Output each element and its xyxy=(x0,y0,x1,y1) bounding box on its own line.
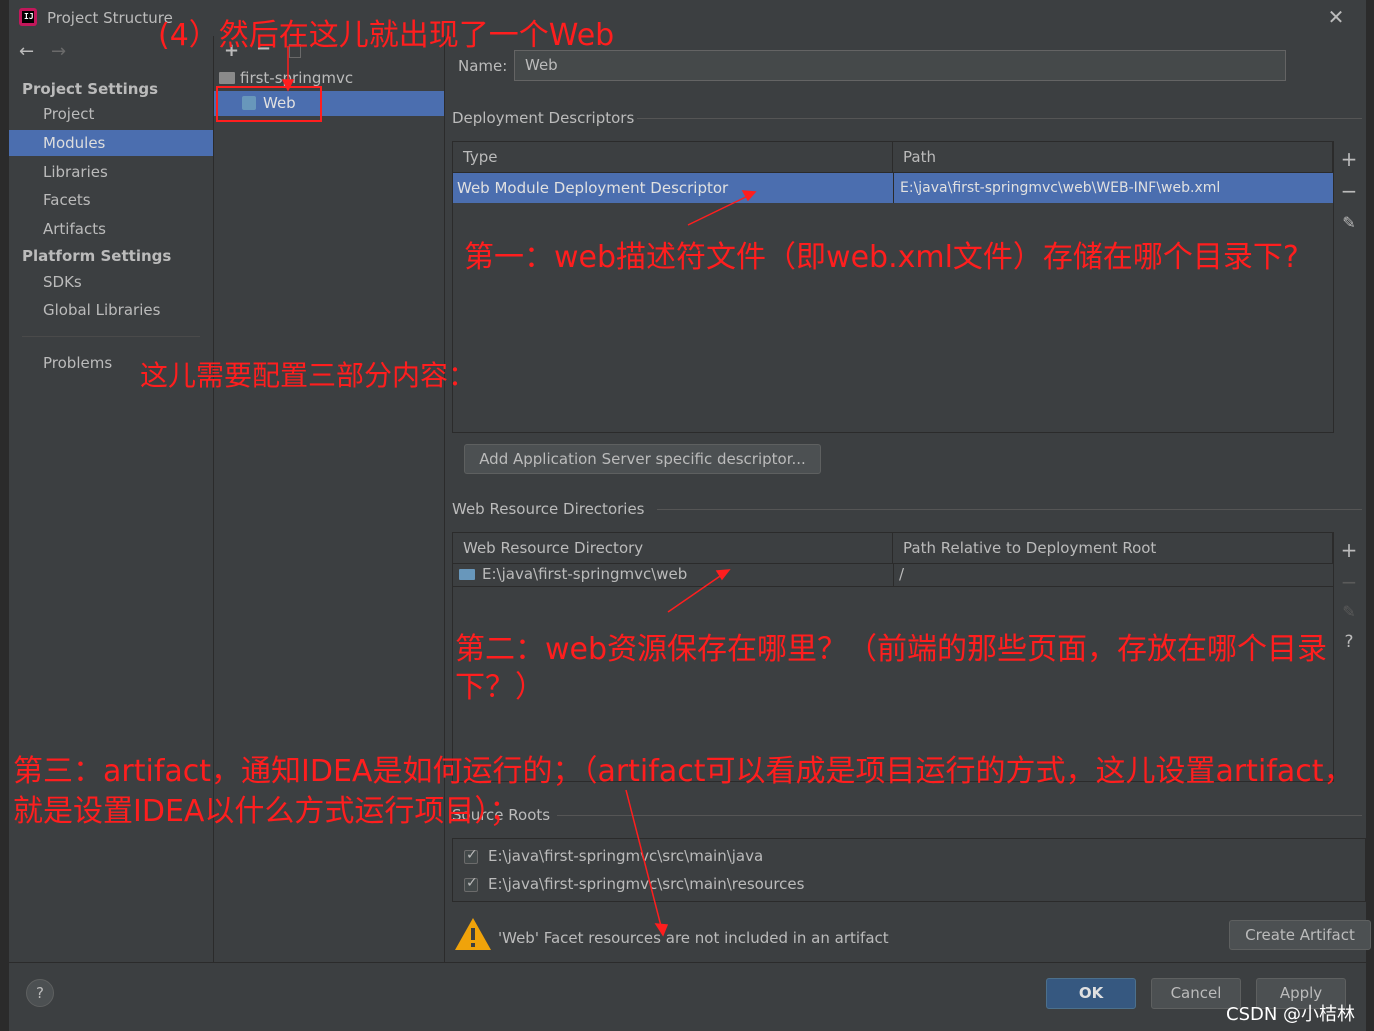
annotation-arrow xyxy=(625,789,663,931)
csdn-watermark: CSDN @小桔林 xyxy=(1226,1004,1356,1025)
annotation-arrow xyxy=(687,193,753,226)
annotation-arrows xyxy=(281,46,757,937)
annotation-third-line1: 第三：artifact，通知IDEA是如何运行的；（artifact可以看成是项… xyxy=(13,754,1354,789)
annotation-first: 第一：web描述符文件（即web.xml文件）存储在哪个目录下? xyxy=(464,240,1299,275)
annotation-configure-three: 这儿需要配置三部分内容： xyxy=(140,359,477,392)
annotation-arrowhead xyxy=(281,79,295,92)
annotation-second-line1: 第二：web资源保存在哪里？（前端的那些页面，存放在哪个目录 xyxy=(455,632,1328,667)
annotation-step4: (4）然后在这儿就出现了一个Web xyxy=(158,18,615,53)
annotation-arrowhead xyxy=(741,190,757,202)
annotation-arrow xyxy=(667,571,727,613)
annotation-third-line2: 就是设置IDEA以什么方式运行项目）； xyxy=(13,794,520,829)
annotation-second-line2: 下？） xyxy=(455,670,545,705)
annotation-arrowhead xyxy=(654,923,669,937)
